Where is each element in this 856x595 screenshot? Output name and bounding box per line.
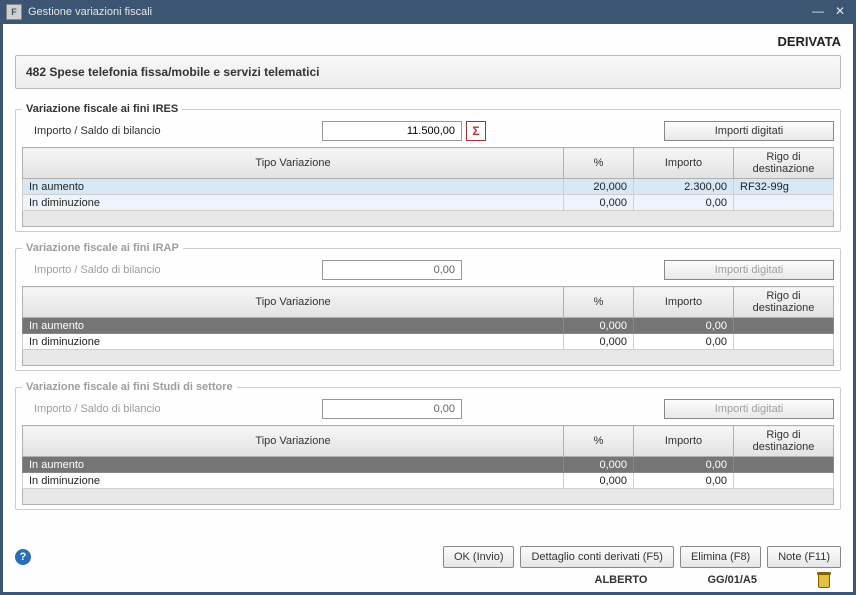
studi-table: Tipo Variazione % Importo Rigo di destin… [22,425,834,489]
cell-pct: 0,000 [564,473,634,489]
col-tipo[interactable]: Tipo Variazione [23,148,564,179]
group-studi: Variazione fiscale ai fini Studi di sett… [15,381,841,510]
ok-button[interactable]: OK (Invio) [443,546,515,568]
col-importo[interactable]: Importo [634,287,734,318]
col-pct[interactable]: % [564,426,634,457]
cell-importo: 0,00 [634,334,734,350]
ires-grid-footer [22,211,834,227]
table-row[interactable]: In aumento 0,000 0,00 [23,318,834,334]
elimina-button[interactable]: Elimina (F8) [680,546,761,568]
col-importo[interactable]: Importo [634,148,734,179]
cell-importo: 0,00 [634,457,734,473]
col-pct[interactable]: % [564,148,634,179]
close-button[interactable]: ✕ [830,4,850,20]
cell-rigo: RF32-99g [734,179,834,195]
group-studi-legend: Variazione fiscale ai fini Studi di sett… [22,381,237,393]
cell-pct: 0,000 [564,195,634,211]
derivata-label: DERIVATA [15,32,841,55]
status-code: GG/01/A5 [707,574,757,586]
app-icon: F [6,4,22,20]
irap-grid-footer [22,350,834,366]
col-pct[interactable]: % [564,287,634,318]
cell-tipo: In aumento [23,318,564,334]
titlebar: F Gestione variazioni fiscali — ✕ [0,0,856,24]
group-irap-legend: Variazione fiscale ai fini IRAP [22,242,183,254]
cell-tipo: In diminuzione [23,334,564,350]
cell-pct: 20,000 [564,179,634,195]
status-user: ALBERTO [595,574,648,586]
minimize-button[interactable]: — [808,4,828,20]
cell-pct: 0,000 [564,318,634,334]
ires-saldo-input[interactable] [322,121,462,141]
cell-importo: 0,00 [634,195,734,211]
col-tipo[interactable]: Tipo Variazione [23,426,564,457]
col-importo[interactable]: Importo [634,426,734,457]
cell-rigo [734,318,834,334]
cell-rigo [734,473,834,489]
status-bar: ALBERTO GG/01/A5 [15,568,841,588]
cell-tipo: In aumento [23,457,564,473]
cell-rigo [734,457,834,473]
cell-importo: 0,00 [634,318,734,334]
help-icon[interactable]: ? [15,549,31,565]
sigma-button[interactable]: Σ [466,121,486,141]
studi-saldo-input [322,399,462,419]
col-tipo[interactable]: Tipo Variazione [23,287,564,318]
studi-importi-digitati-button: Importi digitati [664,399,834,419]
col-rigo[interactable]: Rigo di destinazione [734,148,834,179]
content-area: DERIVATA 482 Spese telefonia fissa/mobil… [3,24,853,592]
cell-rigo [734,334,834,350]
irap-table: Tipo Variazione % Importo Rigo di destin… [22,286,834,350]
header-box: 482 Spese telefonia fissa/mobile e servi… [15,55,841,89]
note-button[interactable]: Note (F11) [767,546,841,568]
cell-tipo: In diminuzione [23,195,564,211]
irap-saldo-input [322,260,462,280]
group-ires-legend: Variazione fiscale ai fini IRES [22,103,182,115]
ires-table: Tipo Variazione % Importo Rigo di destin… [22,147,834,211]
cell-pct: 0,000 [564,334,634,350]
table-row[interactable]: In diminuzione 0,000 0,00 [23,195,834,211]
cell-tipo: In aumento [23,179,564,195]
cell-tipo: In diminuzione [23,473,564,489]
table-row[interactable]: In aumento 20,000 2.300,00 RF32-99g [23,179,834,195]
studi-saldo-label: Importo / Saldo di bilancio [22,403,322,415]
dettaglio-button[interactable]: Dettaglio conti derivati (F5) [520,546,673,568]
ires-saldo-label: Importo / Saldo di bilancio [22,125,322,137]
trash-icon[interactable] [817,572,831,588]
cell-importo: 2.300,00 [634,179,734,195]
window-title: Gestione variazioni fiscali [28,6,806,18]
col-rigo[interactable]: Rigo di destinazione [734,426,834,457]
cell-rigo [734,195,834,211]
irap-saldo-label: Importo / Saldo di bilancio [22,264,322,276]
col-rigo[interactable]: Rigo di destinazione [734,287,834,318]
cell-pct: 0,000 [564,457,634,473]
table-row[interactable]: In diminuzione 0,000 0,00 [23,334,834,350]
group-ires: Variazione fiscale ai fini IRES Importo … [15,103,841,232]
studi-grid-footer [22,489,834,505]
group-irap: Variazione fiscale ai fini IRAP Importo … [15,242,841,371]
bottom-bar: ? OK (Invio) Dettaglio conti derivati (F… [15,542,841,568]
table-row[interactable]: In diminuzione 0,000 0,00 [23,473,834,489]
ires-importi-digitati-button[interactable]: Importi digitati [664,121,834,141]
cell-importo: 0,00 [634,473,734,489]
table-row[interactable]: In aumento 0,000 0,00 [23,457,834,473]
irap-importi-digitati-button: Importi digitati [664,260,834,280]
